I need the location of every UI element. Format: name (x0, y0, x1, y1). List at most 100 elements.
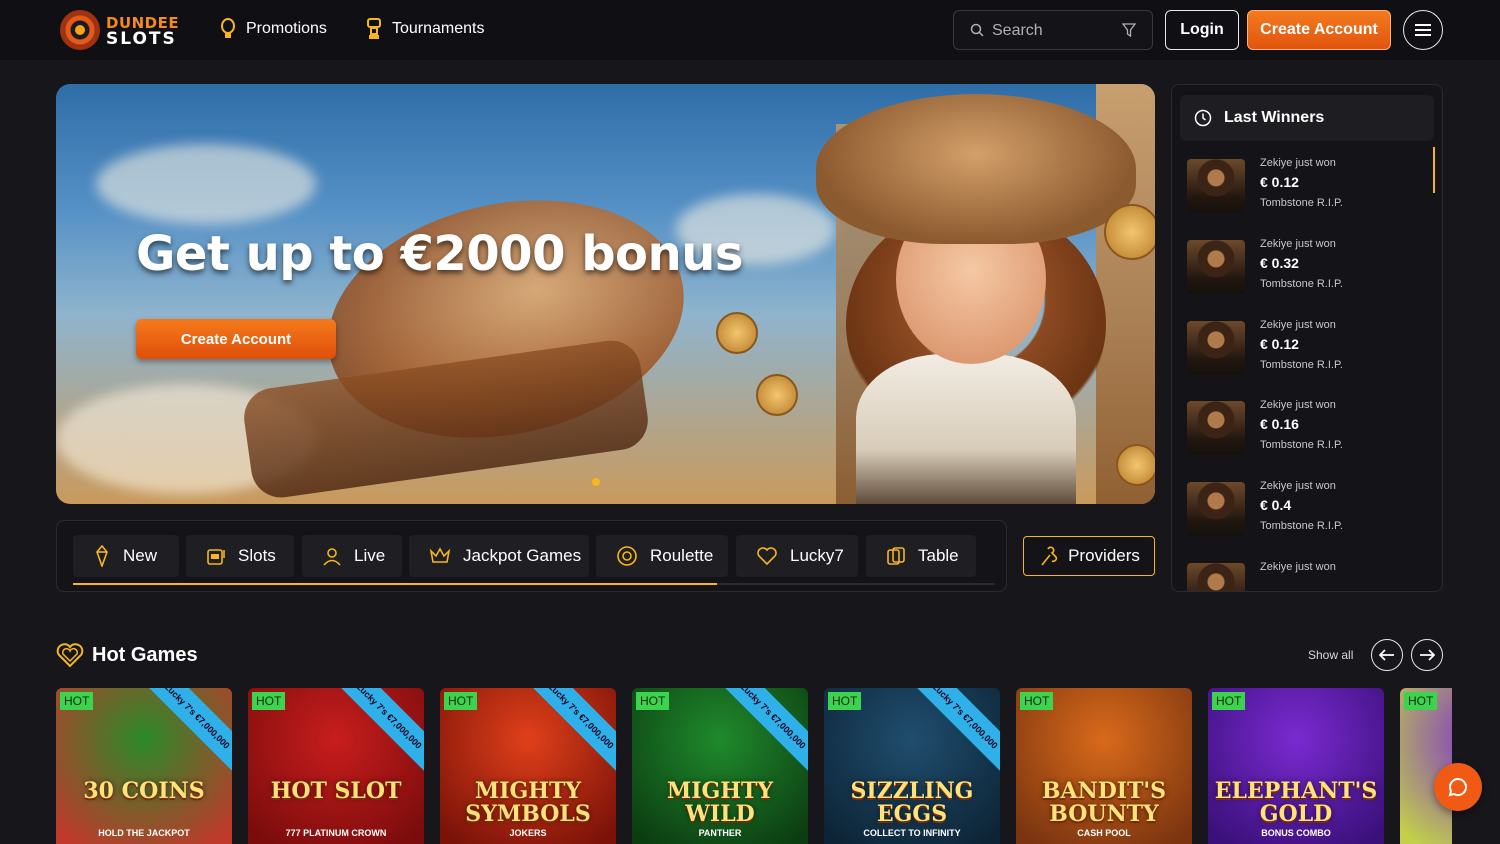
hero-title: Get up to €2000 bonus (136, 226, 743, 282)
carousel-dot[interactable] (592, 478, 600, 486)
tab-new-label: New (123, 546, 158, 565)
search-box (953, 10, 1153, 50)
winner-item[interactable]: Zekiye just won € 0.12 Tombstone R.I.P. (1187, 155, 1427, 217)
winner-amount: € 0.12 (1260, 174, 1299, 190)
nav-promotions[interactable]: Promotions (220, 16, 327, 42)
arrow-right-icon (1420, 649, 1435, 661)
winner-game: Tombstone R.I.P. (1260, 439, 1343, 451)
game-tile[interactable]: HOT Lucky 7's €7,000,000 MIGHTY WILD PANTHE… (632, 688, 808, 844)
top-header: DUNDEE SLOTS Promotions Tournaments Logi… (0, 0, 1500, 60)
game-tile[interactable]: HOT Lucky 7's €7,000,000 MIGHTY SYMBOLS JOK… (440, 688, 616, 844)
tab-slots[interactable]: Slots (186, 535, 294, 577)
tab-roulette[interactable]: Roulette (596, 535, 728, 577)
hamburger-menu-button[interactable] (1403, 10, 1443, 50)
hot-games-carousel: HOT Lucky 7's €7,000,000 30 COINS HOLD THE … (56, 688, 1452, 844)
login-button[interactable]: Login (1165, 10, 1239, 50)
tab-jackpot-games[interactable]: Jackpot Games (409, 535, 589, 577)
winner-amount: € 0.16 (1260, 416, 1299, 432)
winners-scrollbar[interactable] (1433, 147, 1435, 193)
game-title: ELEPHANT'S GOLD (1214, 778, 1378, 828)
game-thumbnail (1187, 563, 1245, 591)
game-subtitle: COLLECT TO INFINITY (863, 828, 961, 838)
tab-table[interactable]: Table (866, 535, 976, 577)
cowgirl-body (856, 354, 1076, 504)
filter-icon[interactable] (1122, 23, 1136, 37)
game-thumbnail (1187, 159, 1245, 213)
cowgirl-hat (816, 94, 1136, 244)
coin-decoration (1104, 204, 1155, 260)
tab-roulette-label: Roulette (650, 546, 714, 565)
game-thumbnail (1187, 240, 1245, 294)
prev-button[interactable] (1371, 639, 1403, 671)
cards-icon (887, 547, 905, 565)
winner-item[interactable]: Zekiye just won € 0.12 Tombstone R.I.P. (1187, 317, 1427, 379)
game-tile[interactable]: HOT Lucky 7's €7,000,000 HOT SLOT 777 PLATI… (248, 688, 424, 844)
game-thumbnail (1187, 321, 1245, 375)
tab-lucky7[interactable]: Lucky7 (736, 535, 858, 577)
game-title: BANDIT'S BOUNTY (1041, 778, 1167, 828)
nav-tournaments-label: Tournaments (392, 20, 485, 37)
game-subtitle: BONUS COMBO (1261, 828, 1331, 838)
game-title: SIZZLING EGGS (850, 778, 974, 828)
hot-badge: HOT (252, 692, 286, 710)
winner-game: Tombstone R.I.P. (1260, 359, 1343, 371)
show-all-link[interactable]: Show all (1308, 648, 1353, 662)
game-title: MIGHTY WILD (666, 778, 774, 828)
dundee-slots-logo[interactable]: DUNDEE SLOTS (60, 9, 179, 51)
hero-create-account-button[interactable]: Create Account (136, 319, 336, 359)
tab-live[interactable]: Live (302, 535, 402, 577)
last-winners-title: Last Winners (1224, 109, 1325, 126)
game-subtitle: CASH POOL (1077, 828, 1131, 838)
providers-button[interactable]: Providers (1023, 536, 1155, 576)
jackpot-ribbon: Lucky 7's €7,000,000 (134, 688, 232, 779)
winner-game: Tombstone R.I.P. (1260, 520, 1343, 532)
logo-badge-icon (60, 10, 100, 50)
game-tile[interactable]: HOT Lucky 7's €7,000,000 SIZZLING EGGS COLL… (824, 688, 1000, 844)
game-subtitle: 777 PLATINUM CROWN (285, 828, 387, 838)
clock-icon (1194, 109, 1212, 127)
search-input[interactable] (992, 20, 1112, 42)
tab-scroll-indicator[interactable] (73, 583, 717, 585)
tab-slots-label: Slots (238, 546, 276, 565)
game-title: MIGHTY SYMBOLS (465, 778, 591, 828)
create-account-button[interactable]: Create Account (1247, 10, 1391, 50)
jackpot-ribbon: Lucky 7's €7,000,000 (902, 688, 1000, 779)
hero-banner[interactable]: Get up to €2000 bonus Create Account (56, 84, 1155, 504)
game-tile[interactable]: HOT Lucky 7's €7,000,000 30 COINS HOLD THE … (56, 688, 232, 844)
last-winners-header: Last Winners (1180, 95, 1434, 141)
winner-text: Zekiye just won (1260, 157, 1336, 169)
game-title: HOT SLOT (270, 778, 402, 804)
slot-machine-icon (207, 549, 225, 565)
winner-item[interactable]: Zekiye just won € 0.4 Tombstone R.I.P. (1187, 478, 1427, 540)
cloud-decoration (96, 144, 316, 224)
game-tile[interactable]: HOT BANDIT'S BOUNTY CASH POOL (1016, 688, 1192, 844)
last-winners-panel: Last Winners Zekiye just won € 0.12 Tomb… (1171, 84, 1443, 592)
game-title: 30 COINS (83, 778, 205, 804)
game-tile[interactable]: HOT ELEPHANT'S GOLD BONUS COMBO (1208, 688, 1384, 844)
winner-text: Zekiye just won (1260, 480, 1336, 492)
hot-badge: HOT (60, 692, 94, 710)
logo-text-bottom: SLOTS (106, 29, 177, 49)
game-subtitle: JOKERS (509, 828, 547, 838)
winner-text: Zekiye just won (1260, 399, 1336, 411)
winner-game: Tombstone R.I.P. (1260, 278, 1343, 290)
winner-item[interactable]: Zekiye just won (1187, 559, 1427, 591)
winner-item[interactable]: Zekiye just won € 0.16 Tombstone R.I.P. (1187, 397, 1427, 459)
game-thumbnail (1187, 401, 1245, 455)
hamburger-icon (1415, 24, 1431, 36)
winner-item[interactable]: Zekiye just won € 0.32 Tombstone R.I.P. (1187, 236, 1427, 298)
jackpot-ribbon: Lucky 7's €7,000,000 (710, 688, 808, 779)
game-subtitle: PANTHER (698, 828, 742, 838)
winner-text: Zekiye just won (1260, 561, 1336, 573)
tab-new[interactable]: New (73, 535, 179, 577)
winner-amount: € 0.32 (1260, 255, 1299, 271)
category-tabs: New Slots Live Jackpot Games Roulette Lu… (56, 520, 1007, 592)
hot-badge: HOT (636, 692, 670, 710)
next-button[interactable] (1411, 639, 1443, 671)
hot-games-title: Hot Games (92, 644, 198, 666)
tab-live-label: Live (354, 546, 386, 565)
nav-tournaments[interactable]: Tournaments (366, 16, 485, 42)
nav-promotions-label: Promotions (246, 20, 327, 37)
chat-button[interactable] (1434, 763, 1482, 811)
tab-table-label: Table (918, 546, 959, 565)
